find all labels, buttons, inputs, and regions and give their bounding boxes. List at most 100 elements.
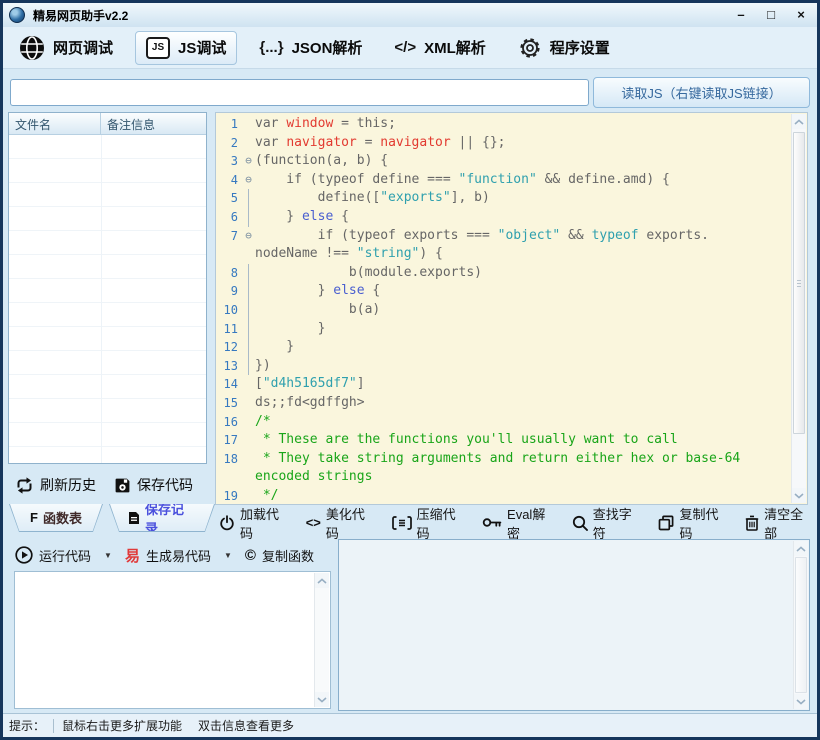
- save-code-button[interactable]: 保存代码: [114, 475, 193, 495]
- code-text: var window = this;: [255, 115, 396, 134]
- tab-label: JS调试: [178, 37, 226, 58]
- scroll-down-button[interactable]: [792, 488, 806, 503]
- window-title: 精易网页助手v2.2: [33, 7, 128, 24]
- fold-toggle-icon[interactable]: ⊖: [242, 227, 255, 246]
- tab-web-debug[interactable]: 网页调试: [9, 30, 123, 66]
- scroll-up-button[interactable]: [315, 573, 329, 588]
- scroll-up-button[interactable]: [792, 114, 806, 129]
- tab-function-table[interactable]: F 函数表: [9, 504, 103, 532]
- generate-e-code-label: 生成易代码: [146, 546, 211, 565]
- code-text: }: [255, 320, 325, 339]
- search-icon: [572, 515, 588, 531]
- tab-label: XML解析: [424, 37, 486, 58]
- code-text: (function(a, b) {: [255, 152, 388, 171]
- left-panel-tabs: F 函数表 保存记录: [9, 504, 215, 532]
- code-editor[interactable]: 1var window = this;2var navigator = navi…: [215, 112, 808, 505]
- angle-brackets-icon: <>: [306, 515, 321, 530]
- code-line: encoded strings: [216, 468, 791, 487]
- copy-icon: [658, 515, 674, 531]
- editor-scroll-thumb[interactable]: [793, 132, 805, 434]
- code-line: 1var window = this;: [216, 115, 791, 134]
- fold-guide-line: [242, 189, 255, 208]
- minimize-button[interactable]: –: [731, 7, 751, 23]
- app-window: 精易网页助手v2.2 – □ × 网页调试 JS JS调试 {...} JSON…: [0, 0, 820, 740]
- code-text: } else {: [255, 282, 380, 301]
- code-line: 9 } else {: [216, 282, 791, 301]
- code-line: 5 define(["exports"], b): [216, 189, 791, 208]
- title-bar: 精易网页助手v2.2 – □ ×: [3, 3, 817, 27]
- code-text: } else {: [255, 208, 349, 227]
- copy-function-button[interactable]: © 复制函数: [245, 546, 314, 565]
- refresh-icon: [15, 477, 34, 494]
- line-number: 19: [216, 487, 242, 504]
- e-language-icon: 易: [125, 545, 140, 566]
- refresh-history-button[interactable]: 刷新历史: [15, 475, 96, 495]
- fold-gutter: [242, 245, 255, 264]
- tab-js-debug[interactable]: JS JS调试: [135, 31, 237, 65]
- scroll-up-button[interactable]: [794, 541, 808, 556]
- generate-e-code-button[interactable]: 易 生成易代码: [125, 545, 211, 566]
- result-panel[interactable]: [338, 539, 810, 711]
- column-divider: [101, 135, 102, 463]
- read-js-button[interactable]: 读取JS（右键读取JS链接）: [593, 77, 810, 108]
- fold-toggle-icon[interactable]: ⊖: [242, 171, 255, 190]
- code-text: encoded strings: [255, 468, 372, 487]
- tool-label: 加载代码: [240, 504, 287, 542]
- column-header-filename[interactable]: 文件名: [9, 113, 101, 134]
- fold-guide-line: [242, 338, 255, 357]
- code-line: 2var navigator = navigator || {};: [216, 134, 791, 153]
- eval-decrypt-button[interactable]: Eval解密: [482, 504, 553, 542]
- play-icon: [15, 546, 33, 564]
- code-line: 8 b(module.exports): [216, 264, 791, 283]
- scroll-down-button[interactable]: [794, 694, 808, 709]
- beautify-code-button[interactable]: <> 美化代码: [306, 504, 373, 542]
- power-icon: [219, 515, 235, 531]
- tab-save-records[interactable]: 保存记录: [109, 504, 215, 532]
- column-header-remark[interactable]: 备注信息: [101, 113, 206, 134]
- js-url-input[interactable]: [10, 79, 589, 106]
- copy-code-button[interactable]: 复制代码: [658, 504, 726, 542]
- fold-toggle-icon[interactable]: ⊖: [242, 152, 255, 171]
- trash-icon: [745, 515, 759, 531]
- refresh-history-label: 刷新历史: [40, 475, 96, 495]
- close-button[interactable]: ×: [791, 7, 811, 23]
- maximize-button[interactable]: □: [761, 7, 781, 23]
- file-table-header: 文件名 备注信息: [9, 113, 206, 135]
- line-number: 7: [216, 227, 242, 246]
- tool-label: 美化代码: [326, 504, 373, 542]
- tool-label: Eval解密: [507, 504, 553, 542]
- tab-xml-parse[interactable]: </> XML解析: [384, 32, 495, 63]
- code-line: 7⊖ if (typeof exports === "object" && ty…: [216, 227, 791, 246]
- load-code-button[interactable]: 加载代码: [219, 504, 287, 542]
- scroll-down-button[interactable]: [315, 692, 329, 707]
- code-text: */: [255, 487, 278, 504]
- editor-scrollbar[interactable]: [791, 114, 806, 503]
- function-output-box[interactable]: [14, 571, 331, 709]
- line-number: [216, 468, 242, 487]
- compress-code-button[interactable]: 压缩代码: [392, 504, 463, 542]
- fold-gutter: [242, 134, 255, 153]
- output-scrollbar[interactable]: [314, 573, 329, 707]
- result-scrollbar[interactable]: [793, 541, 808, 709]
- tab-settings[interactable]: 程序设置: [508, 31, 620, 65]
- generate-dropdown-icon[interactable]: ▼: [224, 551, 232, 560]
- tool-label: 查找字符: [593, 504, 640, 542]
- tab-json-parse[interactable]: {...} JSON解析: [249, 32, 372, 63]
- find-chars-button[interactable]: 查找字符: [572, 504, 640, 542]
- line-number: 8: [216, 264, 242, 283]
- tab-label: JSON解析: [292, 37, 363, 58]
- run-dropdown-icon[interactable]: ▼: [104, 551, 112, 560]
- tool-label: 压缩代码: [417, 504, 463, 542]
- line-number: 16: [216, 413, 242, 432]
- run-code-button[interactable]: 运行代码: [15, 546, 91, 565]
- code-line: 11 }: [216, 320, 791, 339]
- file-table-body[interactable]: [9, 135, 206, 463]
- gear-icon: [518, 36, 542, 60]
- fold-guide-line: [242, 301, 255, 320]
- clear-all-button[interactable]: 清空全部: [745, 504, 811, 542]
- result-scroll-thumb[interactable]: [795, 557, 807, 693]
- run-code-label: 运行代码: [39, 546, 91, 565]
- status-divider: [53, 719, 54, 733]
- tab-label: 保存记录: [145, 499, 196, 537]
- fold-gutter: [242, 413, 255, 432]
